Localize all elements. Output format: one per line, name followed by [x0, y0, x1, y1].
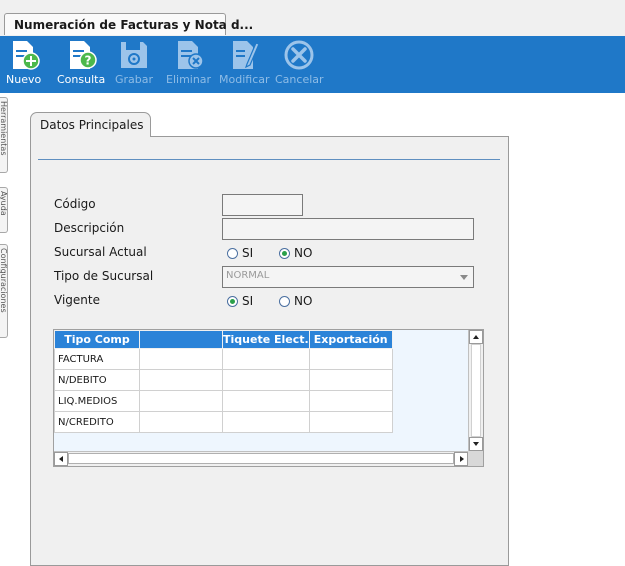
eliminar-label: Eliminar — [166, 73, 212, 86]
chevron-down-icon — [460, 275, 468, 280]
edit-document-icon — [233, 41, 261, 69]
table-cell[interactable] — [139, 411, 223, 433]
radio-circle-selected — [227, 295, 238, 307]
table-cell[interactable] — [308, 369, 393, 391]
side-tab-herramientas-label: Herramientas — [0, 101, 8, 156]
vigente-si-radio[interactable]: SI — [227, 294, 253, 308]
descripcion-label: Descripción — [54, 221, 125, 235]
document-tab[interactable]: Numeración de Facturas y Nota d... — [4, 13, 253, 35]
cancelar-button[interactable]: Cancelar — [275, 38, 324, 86]
scroll-corner — [468, 451, 483, 466]
grabar-button[interactable]: Grabar — [115, 38, 153, 86]
table-row[interactable]: FACTURA — [54, 348, 393, 370]
column-header-tiquete-elect[interactable]: Tiquete Elect. — [222, 330, 310, 349]
sucursal-actual-no-radio[interactable]: NO — [279, 246, 312, 260]
codigo-label: Código — [54, 197, 96, 211]
panel-tab-joint — [31, 135, 150, 138]
radio-label: NO — [294, 294, 313, 308]
table-cell[interactable]: N/CREDITO — [54, 411, 140, 433]
document-tab-bar: Numeración de Facturas y Nota d... — [0, 0, 625, 37]
table-cell[interactable]: N/DEBITO — [54, 369, 140, 391]
scroll-up-arrow-icon[interactable] — [469, 330, 483, 344]
codigo-input[interactable] — [222, 194, 303, 216]
new-document-icon — [12, 41, 40, 70]
scroll-down-arrow-icon[interactable] — [469, 437, 483, 451]
scroll-left-arrow-icon[interactable] — [54, 452, 68, 466]
consulta-button[interactable]: ? Consulta — [57, 38, 105, 86]
side-tab-configuraciones-label: Configuraciones — [0, 248, 8, 313]
scroll-thumb[interactable] — [68, 453, 454, 464]
column-header-exportacion[interactable]: Exportación — [308, 330, 393, 349]
grid-horizontal-scrollbar[interactable] — [54, 451, 468, 466]
comprobantes-grid[interactable]: Tipo Comp Tiquete Elect. Exportación FAC… — [53, 329, 484, 467]
table-row[interactable]: N/DEBITO — [54, 369, 393, 391]
tab-datos-principales[interactable]: Datos Principales — [30, 112, 151, 137]
modificar-button[interactable]: Modificar — [219, 38, 270, 86]
nuevo-label: Nuevo — [6, 73, 42, 86]
side-tab-herramientas[interactable]: Herramientas — [0, 97, 8, 173]
table-cell[interactable]: LIQ.MEDIOS — [54, 390, 140, 412]
delete-document-icon — [177, 41, 204, 69]
table-cell[interactable] — [139, 369, 223, 391]
tipo-sucursal-select[interactable]: NORMAL — [222, 266, 474, 288]
cancel-icon — [284, 40, 314, 70]
section-divider — [38, 159, 500, 160]
table-cell[interactable] — [308, 348, 393, 370]
table-cell[interactable] — [308, 390, 393, 412]
sucursal-actual-label: Sucursal Actual — [54, 245, 147, 259]
grabar-label: Grabar — [115, 73, 154, 86]
radio-circle — [279, 295, 290, 307]
table-cell[interactable] — [308, 411, 393, 433]
table-cell[interactable] — [222, 411, 310, 433]
toolbar: Nuevo ? Consulta Grabar Eliminar Modific… — [0, 36, 625, 93]
scroll-track[interactable] — [471, 344, 481, 437]
table-cell[interactable]: FACTURA — [54, 348, 140, 370]
table-cell[interactable] — [139, 390, 223, 412]
radio-label: SI — [242, 294, 254, 308]
sucursal-actual-si-radio[interactable]: SI — [227, 246, 253, 260]
table-cell[interactable] — [222, 390, 310, 412]
svg-text:?: ? — [85, 54, 92, 68]
column-header-blank[interactable] — [139, 330, 223, 349]
radio-label: NO — [294, 246, 313, 260]
table-cell[interactable] — [222, 369, 310, 391]
modificar-label: Modificar — [219, 73, 270, 86]
radio-circle — [227, 247, 238, 259]
radio-circle-selected — [279, 247, 290, 259]
table-row[interactable]: LIQ.MEDIOS — [54, 390, 393, 412]
query-document-icon: ? — [70, 41, 97, 69]
table-cell[interactable] — [222, 348, 310, 370]
grid-vertical-scrollbar[interactable] — [468, 330, 483, 451]
tipo-sucursal-value: NORMAL — [226, 270, 270, 281]
column-header-tipo-comp[interactable]: Tipo Comp — [54, 330, 140, 349]
grid-header-row: Tipo Comp Tiquete Elect. Exportación — [54, 330, 393, 349]
tipo-sucursal-label: Tipo de Sucursal — [54, 269, 154, 283]
scroll-right-arrow-icon[interactable] — [454, 452, 468, 466]
eliminar-button[interactable]: Eliminar — [166, 38, 211, 86]
consulta-label: Consulta — [57, 73, 106, 86]
table-row[interactable]: N/CREDITO — [54, 411, 393, 433]
radio-label: SI — [242, 246, 254, 260]
descripcion-input[interactable] — [222, 218, 474, 240]
side-tab-ayuda[interactable]: Ayuda — [0, 187, 8, 233]
side-tab-configuraciones[interactable]: Configuraciones — [0, 244, 8, 338]
vigente-no-radio[interactable]: NO — [279, 294, 312, 308]
document-tab-title: Numeración de Facturas y Nota d... — [14, 17, 254, 32]
table-cell[interactable] — [139, 348, 223, 370]
cancelar-label: Cancelar — [275, 73, 324, 86]
save-disk-icon — [121, 42, 148, 68]
nuevo-button[interactable]: Nuevo — [6, 38, 41, 86]
side-tab-ayuda-label: Ayuda — [0, 191, 8, 216]
grid-table: Tipo Comp Tiquete Elect. Exportación FAC… — [54, 330, 393, 433]
vigente-label: Vigente — [54, 293, 100, 307]
